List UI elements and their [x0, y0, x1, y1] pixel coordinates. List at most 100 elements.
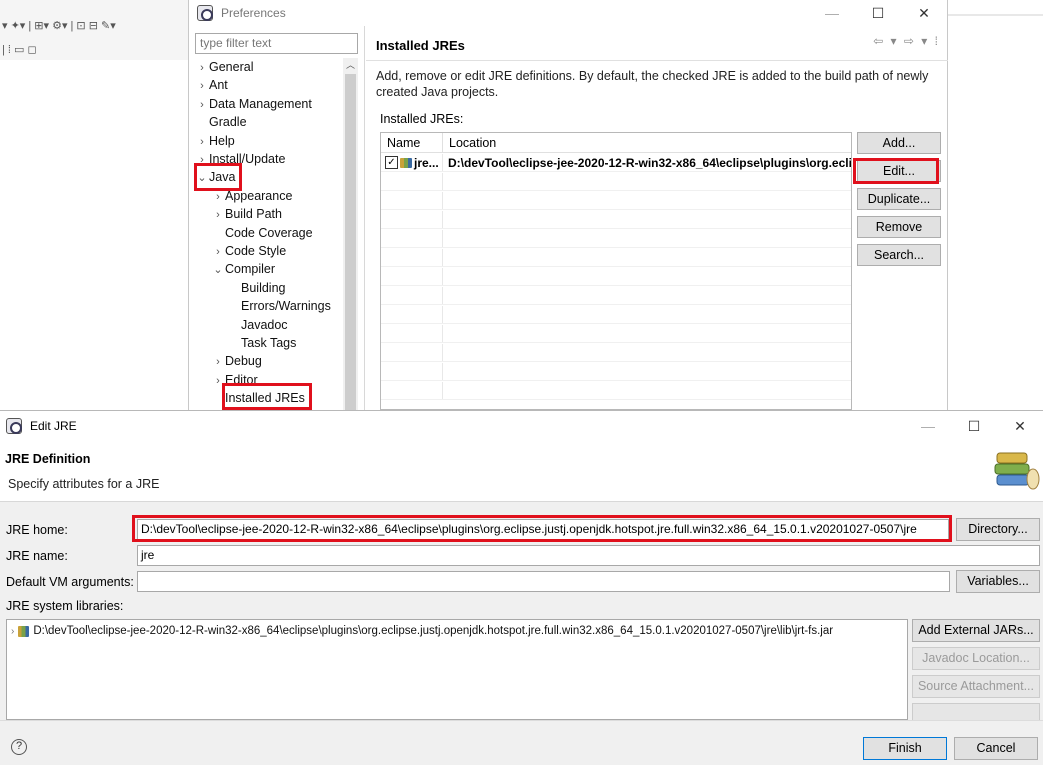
jre-name-field[interactable]: jre	[137, 545, 1040, 566]
tree-item-label: Task Tags	[241, 336, 297, 350]
tree-item-task-tags[interactable]: Task Tags	[227, 334, 296, 352]
chevron-right-icon[interactable]: ›	[211, 353, 225, 371]
tree-item-javadoc[interactable]: Javadoc	[227, 316, 288, 334]
scrollbar-thumb[interactable]	[345, 74, 356, 410]
tree-item-code-style[interactable]: › Code Style	[211, 242, 286, 260]
vm-args-field[interactable]	[137, 571, 950, 592]
eclipse-app-icon	[6, 418, 22, 434]
edit-jre-dialog: Edit JRE — ☐ ✕ JRE Definition Specify at…	[0, 410, 1043, 765]
page-title: Installed JREs	[376, 38, 465, 53]
highlight-jre-home	[132, 515, 952, 542]
chevron-right-icon[interactable]: ›	[195, 59, 209, 77]
minimize-button[interactable]: —	[905, 411, 951, 441]
cancel-button[interactable]: Cancel	[954, 737, 1038, 760]
remove-jre-button[interactable]: Remove	[857, 216, 941, 238]
jre-table-header: Name Location	[381, 133, 851, 153]
highlight-edit-button	[853, 158, 939, 184]
toolbar-row-1[interactable]: ▾ ✦▾ | ⊞▾ ⚙▾ | ⊡ ⊟ ✎▾	[0, 16, 116, 34]
tree-item-label: Data Management	[209, 96, 312, 111]
jre-home-label: JRE home:	[6, 523, 68, 537]
add-jre-button[interactable]: Add...	[857, 132, 941, 154]
directory-button[interactable]: Directory...	[956, 518, 1040, 541]
checkbox-checked-icon[interactable]: ✓	[385, 156, 398, 169]
dialog-subheading: Specify attributes for a JRE	[8, 477, 160, 491]
tree-item-ant[interactable]: › Ant	[195, 76, 228, 94]
preferences-page: Installed JREs ⇦ ▾ ⇨ ▾ ⁞ Add, remove or …	[366, 26, 948, 410]
preferences-title: Preferences	[221, 6, 286, 20]
page-nav-icons[interactable]: ⇦ ▾ ⇨ ▾ ⁞	[873, 34, 940, 48]
finish-button[interactable]: Finish	[863, 737, 947, 760]
tree-item-label: Code Coverage	[225, 225, 313, 240]
highlight-java	[194, 163, 242, 191]
filter-input[interactable]: type filter text	[195, 33, 358, 54]
library-path: D:\devTool\eclipse-jee-2020-12-R-win32-x…	[33, 625, 834, 637]
jre-books-icon	[994, 452, 1040, 490]
tree-item-errors-warnings[interactable]: Errors/Warnings	[227, 297, 331, 315]
chevron-down-icon[interactable]: ⌄	[211, 261, 225, 279]
chevron-right-icon[interactable]: ›	[195, 77, 209, 95]
list-item[interactable]: › D:\devTool\eclipse-jee-2020-12-R-win32…	[11, 625, 833, 637]
workbench-toolbar: ▾ ✦▾ | ⊞▾ ⚙▾ | ⊡ ⊟ ✎▾ | ⁞ ▭ ◻	[0, 0, 190, 60]
tree-scrollbar[interactable]: ︿	[343, 58, 358, 410]
scroll-up-icon[interactable]: ︿	[343, 58, 358, 73]
edit-jre-titlebar: Edit JRE — ☐ ✕	[0, 411, 1043, 441]
minimize-button[interactable]: —	[809, 0, 855, 26]
tree-item-label: General	[209, 60, 254, 74]
tree-item-gradle[interactable]: Gradle	[195, 113, 247, 131]
tree-item-label: Help	[209, 133, 235, 148]
tree-item-label: Errors/Warnings	[241, 299, 331, 314]
tree-item-data-management[interactable]: › Data Management	[195, 95, 312, 113]
tree-item-debug[interactable]: › Debug	[211, 352, 262, 370]
tree-item-code-coverage[interactable]: Code Coverage	[211, 224, 313, 242]
add-external-jars-button[interactable]: Add External JARs...	[912, 619, 1040, 642]
duplicate-jre-button[interactable]: Duplicate...	[857, 188, 941, 210]
chevron-right-icon[interactable]: ›	[211, 206, 225, 224]
tree-item-building[interactable]: Building	[227, 279, 285, 297]
jre-table: Name Location ✓ jre... D:\devTool\eclips…	[380, 132, 852, 410]
workbench-left-pane	[0, 60, 190, 410]
close-button[interactable]: ✕	[901, 0, 947, 26]
highlight-installed-jres	[222, 383, 312, 410]
search-jre-button[interactable]: Search...	[857, 244, 941, 266]
workbench-right-pane	[948, 0, 1043, 410]
toolbar-row-2[interactable]: | ⁞ ▭ ◻	[0, 40, 37, 58]
preferences-tree: › General › Ant › Data Management Gradle › Help ›…	[195, 58, 343, 410]
jre-location-cell: D:\devTool\eclipse-jee-2020-12-R-win32-x…	[448, 156, 851, 170]
vm-args-label: Default VM arguments:	[6, 575, 134, 589]
maximize-button[interactable]: ☐	[951, 411, 997, 441]
chevron-right-icon[interactable]: ›	[195, 133, 209, 151]
jre-name-label: JRE name:	[6, 549, 68, 563]
table-row[interactable]: ✓ jre... D:\devTool\eclipse-jee-2020-12-…	[381, 154, 851, 172]
preferences-nav: type filter text › General › Ant › Data Manag…	[189, 26, 365, 410]
tree-item-compiler[interactable]: ⌄ Compiler	[211, 260, 275, 278]
tree-item-help[interactable]: › Help	[195, 132, 235, 150]
close-button[interactable]: ✕	[997, 411, 1043, 441]
chevron-right-icon[interactable]: ›	[11, 626, 14, 637]
variables-button[interactable]: Variables...	[956, 570, 1040, 593]
chevron-right-icon[interactable]: ›	[195, 96, 209, 114]
tree-item-label: Code Style	[225, 244, 287, 258]
javadoc-location-button[interactable]: Javadoc Location...	[912, 647, 1040, 670]
column-location[interactable]: Location	[443, 133, 851, 153]
tree-item-label: Javadoc	[241, 317, 288, 332]
eclipse-app-icon	[197, 5, 213, 21]
maximize-button[interactable]: ☐	[855, 0, 901, 26]
preferences-window: Preferences — ☐ ✕ type filter text › Gene…	[188, 0, 948, 410]
column-name[interactable]: Name	[381, 133, 443, 153]
partial-button[interactable]	[912, 703, 1040, 720]
chevron-right-icon[interactable]: ›	[211, 243, 225, 261]
tree-item-label: Ant	[209, 78, 228, 93]
source-attachment-button[interactable]: Source Attachment...	[912, 675, 1040, 698]
jre-libraries-list: › D:\devTool\eclipse-jee-2020-12-R-win32…	[6, 619, 908, 720]
installed-jres-label: Installed JREs:	[380, 112, 464, 126]
dialog-heading: JRE Definition	[5, 452, 91, 466]
tree-item-label: Compiler	[225, 262, 276, 277]
help-icon[interactable]: ?	[11, 739, 27, 755]
dialog-footer: ? Finish Cancel	[0, 720, 1043, 765]
tree-item-build-path[interactable]: › Build Path	[211, 205, 282, 223]
page-description: Add, remove or edit JRE definitions. By …	[376, 69, 929, 99]
tree-item-label: Building	[241, 280, 286, 295]
jre-library-icon	[400, 157, 412, 168]
jre-name-cell: jre...	[414, 155, 439, 170]
tree-item-general[interactable]: › General	[195, 58, 253, 76]
